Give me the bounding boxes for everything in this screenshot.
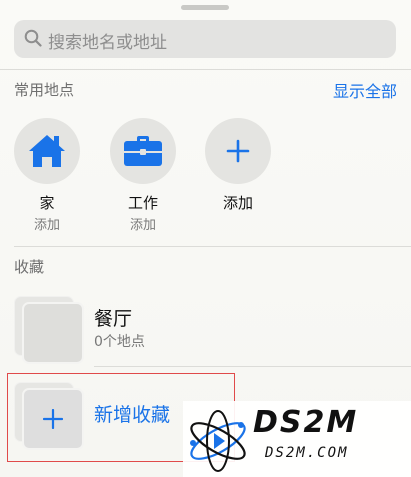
atom-logo-icon (190, 410, 246, 472)
favorites-section-title: 常用地点 (14, 81, 75, 99)
divider (14, 246, 411, 247)
new-collection-label[interactable]: 新增收藏 (94, 400, 170, 427)
search-icon (24, 29, 42, 47)
favorite-work[interactable]: 工作 添加 (103, 118, 183, 233)
collection-count: 0个地点 (94, 334, 145, 350)
favorite-add-name: 添加 (222, 194, 253, 212)
collections-section-title: 收藏 (14, 258, 45, 276)
collection-name[interactable]: 餐厅 (94, 304, 132, 331)
watermark-title: DS2M (253, 405, 359, 440)
favorite-work-circle[interactable] (110, 118, 176, 184)
favorite-work-name: 工作 (127, 194, 158, 212)
divider (94, 366, 411, 367)
favorite-add-circle[interactable] (205, 118, 271, 184)
bottom-sheet: 搜索地名或地址 常用地点 显示全部 家 添加 工作 添加 添加 收藏 餐厅 0个… (0, 0, 411, 477)
watermark-url: DS2M.COM (265, 445, 349, 461)
divider (0, 69, 411, 70)
favorite-work-sub: 添加 (129, 218, 156, 233)
favorite-home-sub: 添加 (33, 218, 60, 233)
sheet-grabber-handle[interactable] (181, 5, 229, 10)
favorite-home-circle[interactable] (14, 118, 80, 184)
watermark: DS2M DS2M.COM (183, 401, 411, 477)
search-bar[interactable]: 搜索地名或地址 (14, 20, 396, 58)
plus-icon (226, 139, 250, 163)
favorite-home[interactable]: 家 添加 (7, 118, 87, 233)
collection-thumbnail (14, 296, 84, 366)
home-icon (29, 135, 65, 167)
new-collection-button[interactable] (14, 382, 84, 452)
show-all-link[interactable]: 显示全部 (333, 78, 397, 102)
collection-item-restaurant[interactable] (14, 296, 84, 366)
search-placeholder: 搜索地名或地址 (48, 33, 167, 53)
plus-icon (43, 409, 63, 429)
favorite-home-name: 家 (39, 194, 55, 212)
favorite-add[interactable]: 添加 (198, 118, 278, 213)
briefcase-icon (124, 136, 162, 166)
